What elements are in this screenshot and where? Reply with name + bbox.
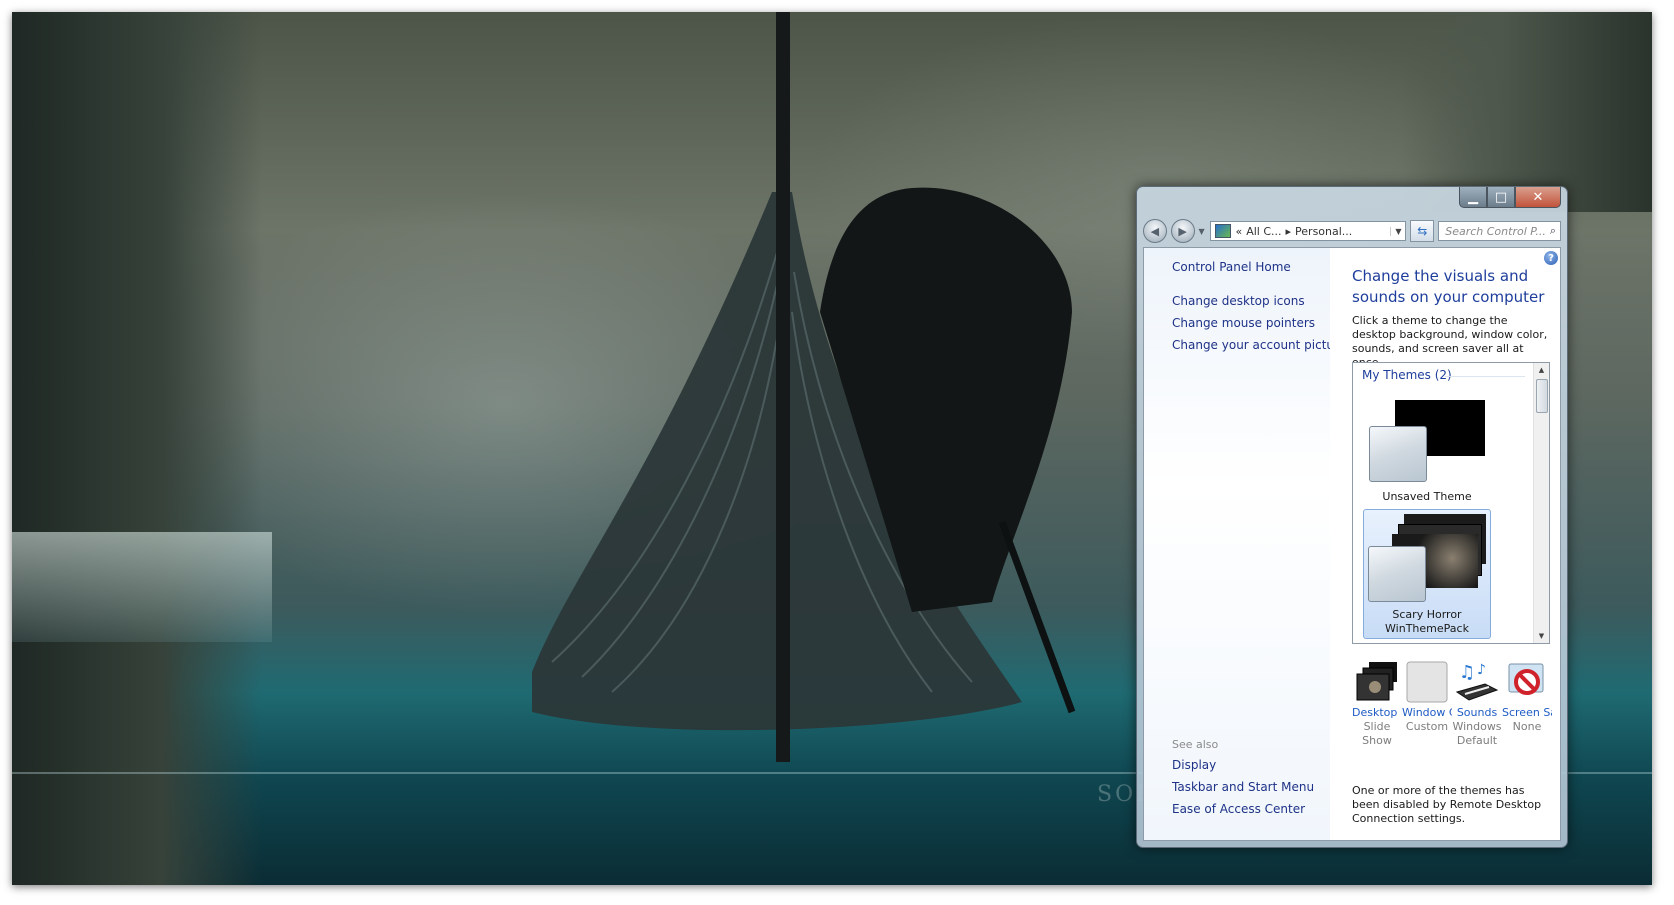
back-arrow-icon: ◀: [1150, 224, 1160, 238]
control-panel-home-link[interactable]: Control Panel Home: [1172, 260, 1291, 274]
maximize-button[interactable]: □: [1487, 187, 1515, 208]
screen-saver-option[interactable]: Screen Saver None: [1502, 660, 1552, 734]
window-color-value: Custom: [1405, 720, 1449, 733]
window-color-label[interactable]: Window Color: [1402, 706, 1452, 720]
change-mouse-pointers-link[interactable]: Change mouse pointers: [1172, 316, 1315, 330]
address-bar[interactable]: « All C... ▸ Personal... ▼: [1210, 221, 1407, 241]
breadcrumb-personalization[interactable]: Personal...: [1295, 225, 1352, 238]
personalization-window[interactable]: ▁ □ ✕ ◀ ▶ ▼ « All C... ▸ Personal... ▼ ⇆…: [1136, 186, 1568, 848]
desktop-background-option[interactable]: Desktop Background Slide Show: [1352, 660, 1402, 748]
my-themes-group-label[interactable]: My Themes (2): [1362, 368, 1452, 382]
breadcrumb-overflow[interactable]: «: [1235, 225, 1242, 238]
address-dropdown-icon[interactable]: ▼: [1390, 226, 1405, 236]
themes-scrollbar[interactable]: ▲ ▼: [1533, 363, 1549, 643]
task-pane: Control Panel Home Change desktop icons …: [1144, 248, 1346, 840]
wallpaper-mast: [776, 12, 790, 762]
sounds-label[interactable]: Sounds: [1452, 706, 1502, 720]
recent-pages-dropdown[interactable]: ▼: [1199, 227, 1207, 236]
scroll-down-icon[interactable]: ▼: [1534, 629, 1549, 643]
change-desktop-icons-link[interactable]: Change desktop icons: [1172, 294, 1305, 308]
theme-name: Scary Horror WinThemePack: [1385, 608, 1469, 635]
ease-of-access-link[interactable]: Ease of Access Center: [1172, 802, 1305, 816]
see-also-heading: See also: [1172, 738, 1219, 751]
page-title: Change the visuals and sounds on your co…: [1352, 267, 1545, 306]
screen-saver-value: None: [1512, 720, 1542, 733]
screen-saver-label[interactable]: Screen Saver: [1502, 706, 1552, 720]
sounds-icon: ♫ ♪: [1455, 660, 1499, 704]
forward-arrow-icon: ▶: [1178, 224, 1187, 238]
screen-saver-icon: [1505, 660, 1549, 704]
close-button[interactable]: ✕: [1515, 187, 1561, 208]
breadcrumb-all-control-panel[interactable]: All C...: [1246, 225, 1281, 238]
desktop-background-value: Slide Show: [1362, 720, 1392, 747]
change-account-picture-link[interactable]: Change your account picture: [1172, 338, 1346, 352]
sounds-value: Windows Default: [1452, 720, 1502, 747]
theme-scary-horror[interactable]: Scary Horror WinThemePack: [1363, 509, 1491, 639]
display-link[interactable]: Display: [1172, 758, 1216, 772]
desktop: SOFTPEDIA ▁ □ ✕ ◀ ▶ ▼ « All C... ▸ Perso…: [12, 12, 1652, 885]
main-pane: ? Change the visuals and sounds on your …: [1330, 248, 1560, 840]
desktop-background-label[interactable]: Desktop Background: [1352, 706, 1402, 720]
search-icon[interactable]: ⌕: [1550, 224, 1556, 238]
refresh-icon: ⇆: [1417, 224, 1428, 238]
theme-name: Unsaved Theme: [1382, 490, 1472, 503]
svg-text:♪: ♪: [1477, 662, 1486, 678]
window-color-icon: [1405, 660, 1449, 704]
search-placeholder: Search Control P...: [1445, 224, 1546, 238]
themes-list[interactable]: My Themes (2) Unsaved Theme Scary Horror…: [1352, 362, 1550, 644]
group-divider: [1445, 376, 1525, 377]
remote-desktop-notice: One or more of the themes has been disab…: [1352, 784, 1542, 825]
theme-preview-window: [1368, 546, 1426, 602]
theme-unsaved[interactable]: Unsaved Theme: [1363, 389, 1491, 509]
help-icon[interactable]: ?: [1544, 251, 1558, 265]
refresh-button[interactable]: ⇆: [1410, 220, 1435, 242]
svg-text:♫: ♫: [1459, 662, 1475, 683]
navigation-bar: ◀ ▶ ▼ « All C... ▸ Personal... ▼ ⇆ Searc…: [1143, 219, 1561, 243]
window-content: Control Panel Home Change desktop icons …: [1143, 247, 1561, 841]
desktop-background-icon: [1355, 660, 1399, 704]
control-panel-icon: [1215, 224, 1232, 238]
scroll-thumb[interactable]: [1536, 379, 1548, 413]
sounds-option[interactable]: ♫ ♪ Sounds Windows Default: [1452, 660, 1502, 748]
forward-button[interactable]: ▶: [1170, 219, 1195, 243]
scroll-up-icon[interactable]: ▲: [1534, 363, 1549, 377]
minimize-button[interactable]: ▁: [1459, 187, 1487, 208]
breadcrumb-separator-icon[interactable]: ▸: [1286, 225, 1292, 238]
theme-preview-window: [1369, 426, 1427, 482]
window-controls: ▁ □ ✕: [1459, 187, 1561, 208]
taskbar-start-menu-link[interactable]: Taskbar and Start Menu: [1172, 780, 1314, 794]
search-input[interactable]: Search Control P... ⌕: [1438, 221, 1561, 241]
back-button[interactable]: ◀: [1143, 219, 1167, 243]
window-color-option[interactable]: Window Color Custom: [1402, 660, 1452, 734]
